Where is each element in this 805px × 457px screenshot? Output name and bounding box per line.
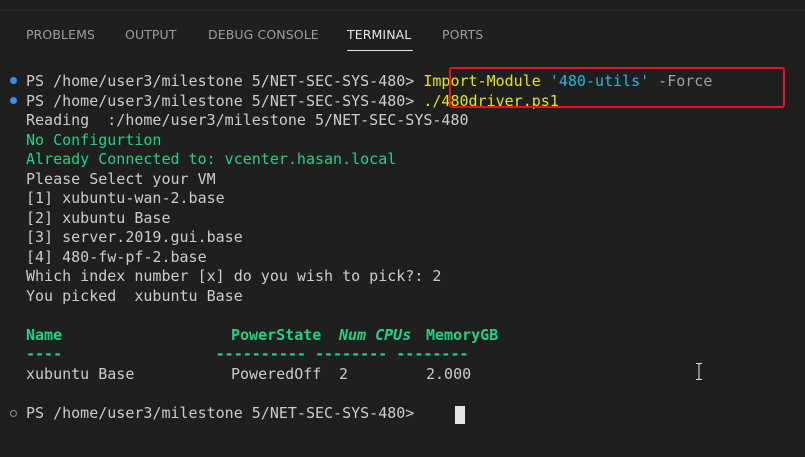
table-header-underline: ---- ---------- -------- --------: [26, 345, 469, 363]
ibeam-cursor-icon: [696, 363, 702, 380]
cell-name: xubuntu Base: [26, 365, 135, 383]
prompt: PS /home/user3/milestone 5/NET-SEC-SYS-4…: [26, 92, 415, 110]
active-tab-indicator: [347, 50, 413, 51]
output-select-vm: Please Select your VM: [26, 170, 216, 188]
table-header-powerstate: PowerState: [231, 326, 322, 344]
command-success-dot-icon[interactable]: [10, 77, 17, 84]
table-row: xubuntu Base PoweredOff 2 2.000: [26, 365, 471, 384]
panel-tab-bar: PROBLEMS OUTPUT DEBUG CONSOLE TERMINAL P…: [0, 0, 805, 58]
cell-memorygb: 2.000: [426, 365, 472, 383]
terminal-cursor: [455, 406, 465, 424]
table-header-row: Name PowerState Num CPUs MemoryGB: [26, 326, 498, 345]
tab-terminal[interactable]: TERMINAL: [347, 27, 411, 42]
vm-option-3: [3] server.2019.gui.base: [26, 228, 243, 246]
command-success-dot-icon[interactable]: [10, 97, 17, 104]
cell-num-cpus: 2: [339, 365, 349, 383]
cell-powerstate: PoweredOff: [231, 365, 322, 383]
terminal-line-prompt: PS /home/user3/milestone 5/NET-SEC-SYS-4…: [26, 404, 414, 423]
tab-problems[interactable]: PROBLEMS: [26, 27, 95, 42]
prompt: PS /home/user3/milestone 5/NET-SEC-SYS-4…: [26, 404, 415, 422]
prompt: PS /home/user3/milestone 5/NET-SEC-SYS-4…: [26, 72, 415, 90]
output-no-config: No Configurtion: [26, 131, 162, 149]
terminal-output[interactable]: PS /home/user3/milestone 5/NET-SEC-SYS-4…: [0, 64, 805, 457]
tab-output[interactable]: OUTPUT: [125, 27, 177, 42]
table-header-num-cpus: Num CPUs: [339, 326, 412, 344]
table-header-name: Name: [26, 326, 63, 344]
vscode-panel: PROBLEMS OUTPUT DEBUG CONSOLE TERMINAL P…: [0, 0, 805, 457]
output-picked: You picked xubuntu Base: [26, 287, 243, 305]
annotation-highlight-box: [449, 67, 785, 108]
vm-option-1: [1] xubuntu-wan-2.base: [26, 189, 225, 207]
vm-option-4: [4] 480-fw-pf-2.base: [26, 248, 207, 266]
tab-debug-console[interactable]: DEBUG CONSOLE: [208, 27, 319, 42]
output-connected: Already Connected to: vcenter.hasan.loca…: [26, 150, 397, 168]
output-reading: Reading :/home/user3/milestone 5/NET-SEC…: [26, 111, 469, 129]
output-question: Which index number [x] do you wish to pi…: [26, 267, 442, 285]
vm-option-2: [2] xubuntu Base: [26, 209, 171, 227]
tab-ports[interactable]: PORTS: [442, 27, 483, 42]
table-header-memorygb: MemoryGB: [426, 326, 499, 344]
pending-command-dot-icon[interactable]: [10, 410, 17, 417]
